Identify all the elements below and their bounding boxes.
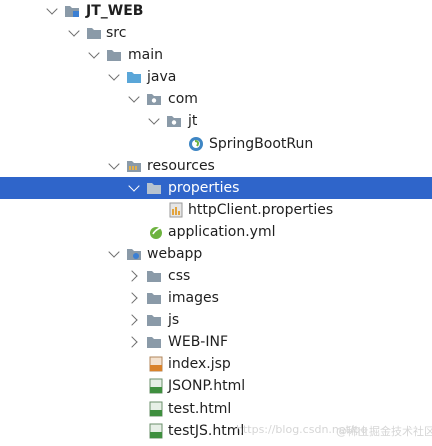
package-icon (146, 91, 162, 107)
tree-item-label: SpringBootRun (209, 136, 314, 152)
tree-item-label: src (106, 25, 127, 41)
folder-icon (146, 290, 162, 306)
tree-item-label: com (168, 91, 198, 107)
tree-item-index-jsp[interactable]: index.jsp (0, 353, 432, 375)
tree-item-com[interactable]: com (0, 88, 432, 110)
tree-item-label: css (168, 268, 191, 284)
tree-item-label: js (168, 312, 180, 328)
html-file-icon (148, 423, 164, 439)
spring-config-icon (148, 224, 164, 240)
chevron-down-icon[interactable] (108, 69, 120, 81)
tree-item-js[interactable]: js (0, 309, 432, 331)
chevron-down-icon[interactable] (46, 3, 58, 15)
web-folder-icon (126, 246, 142, 262)
tree-item-jt[interactable]: jt (0, 110, 432, 132)
tree-item-springbootrun[interactable]: SpringBootRun (0, 133, 432, 155)
package-icon (166, 113, 182, 129)
tree-item-label: application.yml (168, 224, 276, 240)
folder-icon (146, 334, 162, 350)
properties-file-icon (168, 202, 184, 218)
tree-item-main[interactable]: main (0, 44, 432, 66)
tree-item-java[interactable]: java (0, 66, 432, 88)
jsp-file-icon (148, 356, 164, 372)
tree-item-css[interactable]: css (0, 265, 432, 287)
tree-item-label: JT_WEB (86, 3, 144, 19)
chevron-down-icon[interactable] (128, 180, 140, 192)
folder-icon (146, 312, 162, 328)
module-folder-icon (64, 3, 80, 19)
folder-icon (146, 268, 162, 284)
tree-item-web-inf[interactable]: WEB-INF (0, 331, 432, 353)
tree-item-label: resources (147, 158, 215, 174)
chevron-right-icon[interactable] (126, 270, 138, 282)
tree-item-src[interactable]: src (0, 22, 432, 44)
tree-item-label: WEB-INF (168, 334, 228, 350)
tree-item-label: images (168, 290, 219, 306)
chevron-down-icon[interactable] (148, 113, 160, 125)
chevron-right-icon[interactable] (126, 292, 138, 304)
chevron-down-icon[interactable] (68, 25, 80, 37)
chevron-down-icon[interactable] (88, 47, 100, 59)
tree-item-jsonp-html[interactable]: JSONP.html (0, 375, 432, 397)
tree-item-application-yml[interactable]: application.yml (0, 221, 432, 243)
tree-item-label: java (147, 69, 177, 85)
tree-item-test-html[interactable]: test.html (0, 398, 432, 420)
folder-icon (146, 180, 162, 196)
tree-item-label: properties (168, 180, 240, 196)
html-file-icon (148, 401, 164, 417)
tree-item-label: main (128, 47, 163, 63)
tree-item-label: webapp (147, 246, 203, 262)
resources-folder-icon (126, 158, 142, 174)
tree-item-label: index.jsp (168, 356, 231, 372)
chevron-right-icon[interactable] (126, 336, 138, 348)
spring-class-icon (188, 136, 204, 152)
tree-item-properties[interactable]: properties (0, 177, 432, 199)
tree-item-label: JSONP.html (168, 378, 246, 394)
watermark-right: @稀土掘金技术社区 (336, 425, 432, 438)
chevron-down-icon[interactable] (128, 91, 140, 103)
chevron-down-icon[interactable] (108, 246, 120, 258)
folder-icon (86, 25, 102, 41)
folder-icon (106, 47, 122, 63)
tree-item-label: testJS.html (168, 423, 245, 439)
tree-item-jt-web[interactable]: JT_WEB (0, 0, 432, 22)
html-file-icon (148, 378, 164, 394)
tree-item-label: jt (188, 113, 198, 129)
tree-item-webapp[interactable]: webapp (0, 243, 432, 265)
tree-item-httpclient-properties[interactable]: httpClient.properties (0, 199, 432, 221)
tree-item-resources[interactable]: resources (0, 155, 432, 177)
chevron-down-icon[interactable] (108, 158, 120, 170)
chevron-right-icon[interactable] (126, 314, 138, 326)
source-folder-icon (126, 69, 142, 85)
tree-item-images[interactable]: images (0, 287, 432, 309)
tree-item-label: httpClient.properties (188, 202, 334, 218)
tree-item-label: test.html (168, 401, 232, 417)
